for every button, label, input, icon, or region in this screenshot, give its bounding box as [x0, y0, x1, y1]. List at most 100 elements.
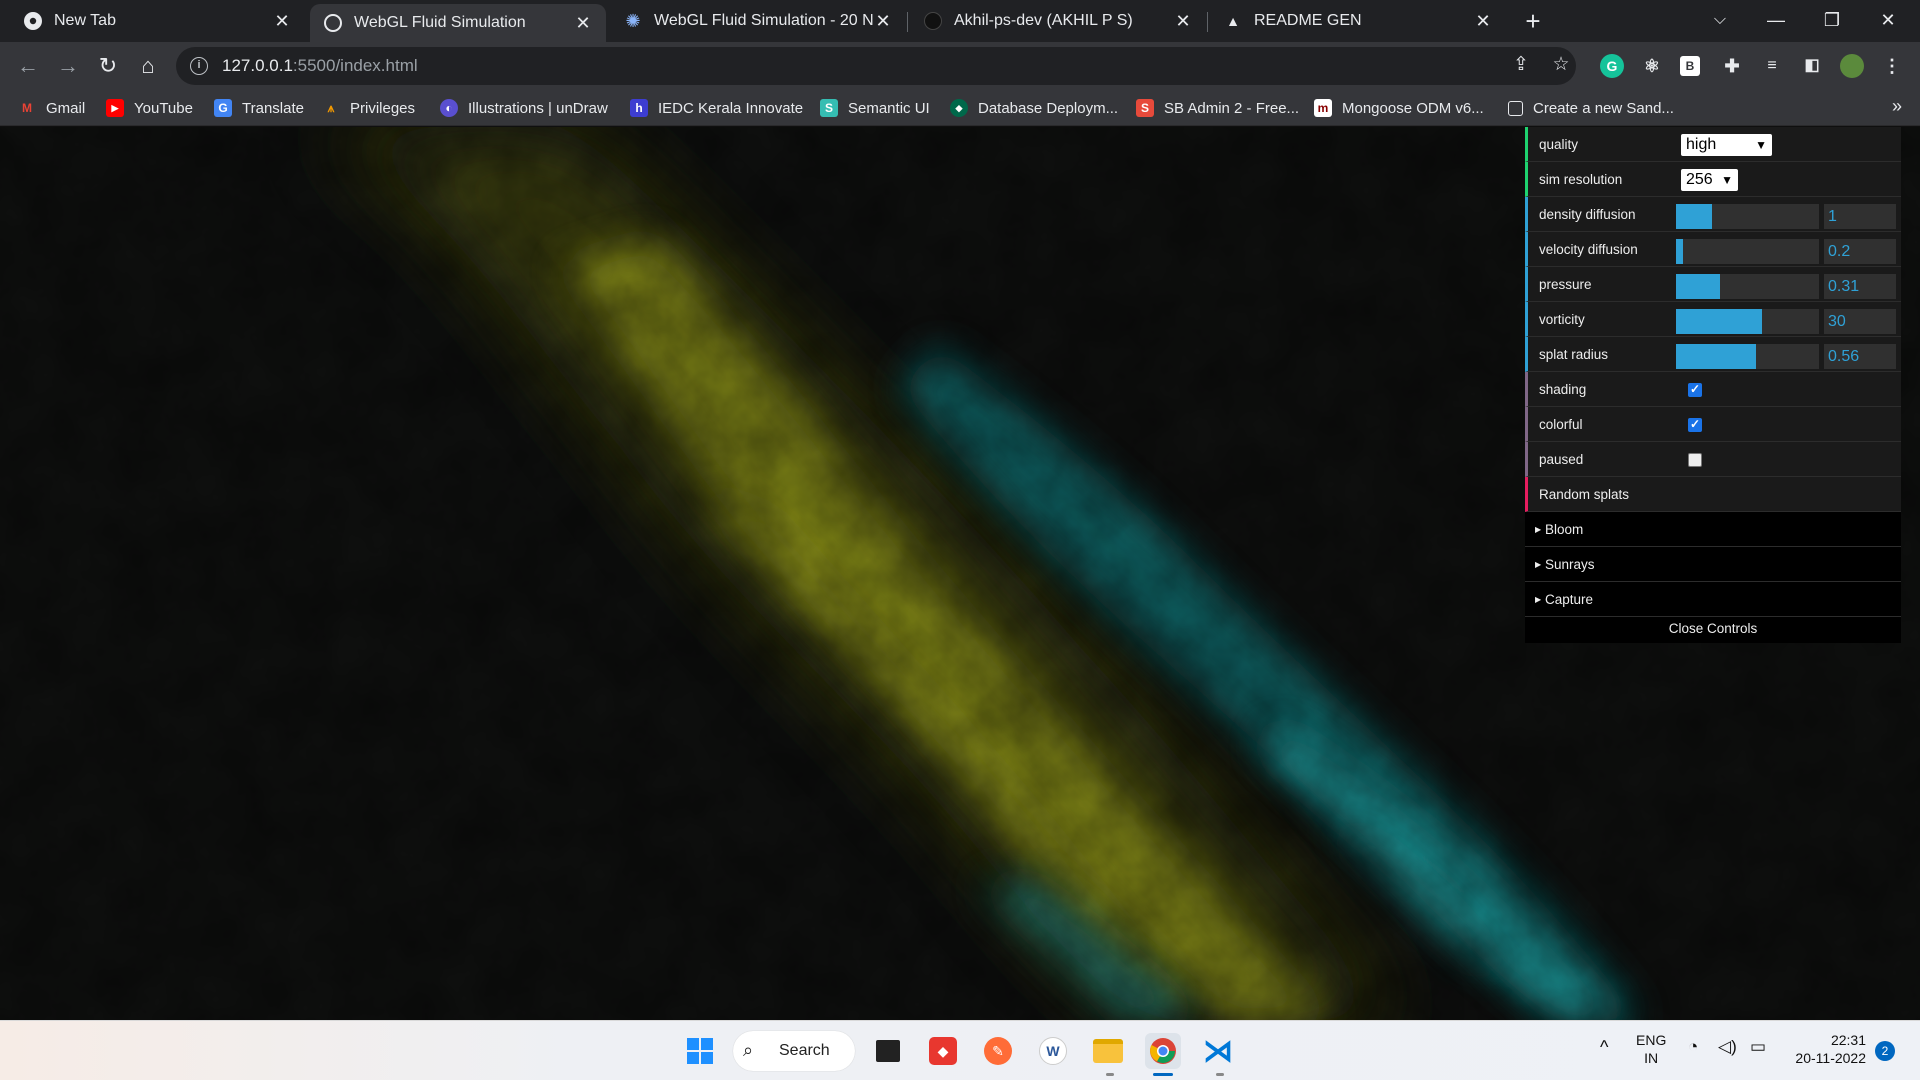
close-window-button[interactable]: ✕: [1864, 0, 1912, 42]
word-app-icon[interactable]: W: [1035, 1033, 1071, 1069]
caret-right-icon: ▶: [1535, 525, 1542, 534]
reload-button[interactable]: ↻: [92, 50, 124, 82]
tab-separator: [1207, 12, 1208, 32]
bookmark-iedc[interactable]: h IEDC Kerala Innovate: [630, 96, 803, 120]
side-panel-icon[interactable]: ◧: [1800, 54, 1824, 78]
translate-icon: G: [214, 99, 232, 117]
bookmark-mongodb[interactable]: ◆ Database Deploym...: [950, 96, 1118, 120]
slider-fill: [1676, 309, 1762, 334]
velocity-diffusion-slider[interactable]: [1676, 239, 1819, 264]
bookmark-star-icon[interactable]: ☆: [1548, 52, 1574, 78]
sim-resolution-select[interactable]: 256 ▼: [1681, 169, 1738, 191]
tab-webgl-fluid-20nov[interactable]: ✺ WebGL Fluid Simulation - 20 Nov ✕: [610, 0, 906, 42]
browser-toolbar: ← → ↻ ⌂ i 127.0.0.1:5500/index.html ⇪ ☆ …: [0, 42, 1920, 90]
task-view-icon[interactable]: [870, 1033, 906, 1069]
controls-panel: quality high ▼ sim resolution 256 ▼ densit…: [1525, 127, 1901, 643]
close-tab-icon[interactable]: ✕: [1174, 11, 1192, 32]
vorticity-control: vorticity 30: [1525, 302, 1901, 337]
undraw-icon: ◐: [440, 99, 458, 117]
clock[interactable]: 22:31 20-11-2022: [1786, 1031, 1866, 1067]
bookmark-privileges[interactable]: ⩚ Privileges: [322, 96, 415, 120]
close-tab-icon[interactable]: ✕: [574, 13, 592, 34]
privileges-icon: ⩚: [327, 100, 335, 115]
bookmark-undraw[interactable]: ◐ Illustrations | unDraw: [440, 96, 608, 120]
new-tab-button[interactable]: +: [1518, 6, 1548, 36]
forward-button[interactable]: →: [52, 50, 84, 82]
home-button[interactable]: ⌂: [132, 50, 164, 82]
windows-start-icon[interactable]: [682, 1033, 718, 1069]
battery-icon[interactable]: ▭: [1750, 1037, 1766, 1057]
tab-webgl-fluid[interactable]: WebGL Fluid Simulation ✕: [310, 4, 606, 42]
quality-control: quality high ▼: [1525, 127, 1901, 162]
splat-radius-slider[interactable]: [1676, 344, 1819, 369]
splat-radius-input[interactable]: 0.56: [1824, 344, 1896, 369]
minimize-button[interactable]: —: [1752, 0, 1800, 42]
close-tab-icon[interactable]: ✕: [1474, 11, 1492, 32]
paused-checkbox[interactable]: [1688, 453, 1702, 467]
colorful-checkbox[interactable]: [1688, 417, 1702, 432]
volume-icon[interactable]: ◁): [1718, 1037, 1737, 1057]
slider-fill: [1676, 344, 1757, 369]
site-info-icon[interactable]: i: [190, 57, 208, 75]
grammarly-icon[interactable]: G: [1600, 54, 1624, 78]
address-bar[interactable]: i 127.0.0.1:5500/index.html: [176, 47, 1576, 85]
bookmark-mongoose[interactable]: m Mongoose ODM v6...: [1314, 96, 1484, 120]
vscode-icon[interactable]: ⋊: [1200, 1033, 1236, 1069]
vorticity-slider[interactable]: [1676, 309, 1819, 334]
wifi-icon[interactable]: ◔: [1688, 1037, 1698, 1057]
back-button[interactable]: ←: [12, 50, 44, 82]
postman-icon[interactable]: ✎: [980, 1033, 1016, 1069]
quality-select[interactable]: high ▼: [1681, 134, 1772, 156]
velocity-diffusion-input[interactable]: 0.2: [1824, 239, 1896, 264]
bookmark-youtube[interactable]: ▶ YouTube: [106, 96, 193, 120]
mongoose-icon: m: [1314, 99, 1332, 117]
folder-sunrays[interactable]: ▶ Sunrays: [1525, 547, 1901, 582]
bookmark-gmail[interactable]: M Gmail: [18, 96, 85, 120]
tab-readme-gen[interactable]: ▲ README GEN ✕: [1210, 0, 1506, 42]
folder-capture[interactable]: ▶ Capture: [1525, 582, 1901, 617]
shading-control: shading: [1525, 372, 1901, 407]
shading-checkbox[interactable]: [1688, 382, 1702, 397]
close-tab-icon[interactable]: ✕: [874, 11, 892, 32]
chevron-up-icon[interactable]: ^: [1600, 1037, 1608, 1058]
bookmark-sb-admin[interactable]: S SB Admin 2 - Free...: [1136, 96, 1299, 120]
tab-new-tab[interactable]: New Tab ✕: [10, 0, 305, 42]
chevron-down-icon: ▼: [1755, 138, 1767, 152]
bookmarks-bar: M Gmail ▶ YouTube G Translate ⩚ Privileges ◐…: [0, 90, 1920, 126]
bookmark-sandbox[interactable]: Create a new Sand...: [1508, 96, 1674, 120]
chrome-taskbar-icon[interactable]: [1145, 1033, 1181, 1069]
file-explorer-icon[interactable]: [1090, 1033, 1126, 1069]
avatar[interactable]: [1840, 54, 1864, 78]
git-client-icon[interactable]: ◆: [925, 1033, 961, 1069]
menu-kebab-icon[interactable]: ⋮: [1880, 54, 1904, 78]
bookmark-semantic-ui[interactable]: S Semantic UI: [820, 96, 930, 120]
tab-github[interactable]: Akhil-ps-dev (AKHIL P S) ✕: [910, 0, 1206, 42]
tab-search-icon[interactable]: ⌵: [1696, 0, 1744, 42]
folder-bloom[interactable]: ▶ Bloom: [1525, 512, 1901, 547]
language-indicator[interactable]: ENG IN: [1636, 1031, 1666, 1067]
close-tab-icon[interactable]: ✕: [273, 11, 291, 32]
vorticity-input[interactable]: 30: [1824, 309, 1896, 334]
pressure-input[interactable]: 0.31: [1824, 274, 1896, 299]
slider-fill: [1676, 204, 1712, 229]
media-control-icon[interactable]: ≡: [1760, 54, 1784, 78]
bookmarks-overflow-button[interactable]: »: [1892, 96, 1902, 117]
youtube-icon: ▶: [106, 99, 124, 117]
bookmark-translate[interactable]: G Translate: [214, 96, 304, 120]
extensions-puzzle-icon[interactable]: ✚: [1720, 54, 1744, 78]
sandbox-icon: [1508, 100, 1523, 116]
random-splats-button[interactable]: Random splats: [1525, 477, 1901, 512]
notification-badge[interactable]: 2: [1875, 1041, 1895, 1061]
colorful-control: colorful: [1525, 407, 1901, 442]
density-diffusion-control: density diffusion 1: [1525, 197, 1901, 232]
taskbar-search-box[interactable]: ⌕ Search: [733, 1031, 855, 1071]
chrome-icon: [24, 12, 42, 30]
react-devtools-icon[interactable]: ⚛: [1640, 54, 1664, 78]
pressure-slider[interactable]: [1676, 274, 1819, 299]
extension-b-icon[interactable]: B: [1680, 56, 1700, 76]
density-diffusion-slider[interactable]: [1676, 204, 1819, 229]
close-controls-button[interactable]: Close Controls: [1525, 617, 1901, 643]
share-icon[interactable]: ⇪: [1508, 52, 1534, 78]
restore-button[interactable]: ❐: [1808, 0, 1856, 42]
density-diffusion-input[interactable]: 1: [1824, 204, 1896, 229]
